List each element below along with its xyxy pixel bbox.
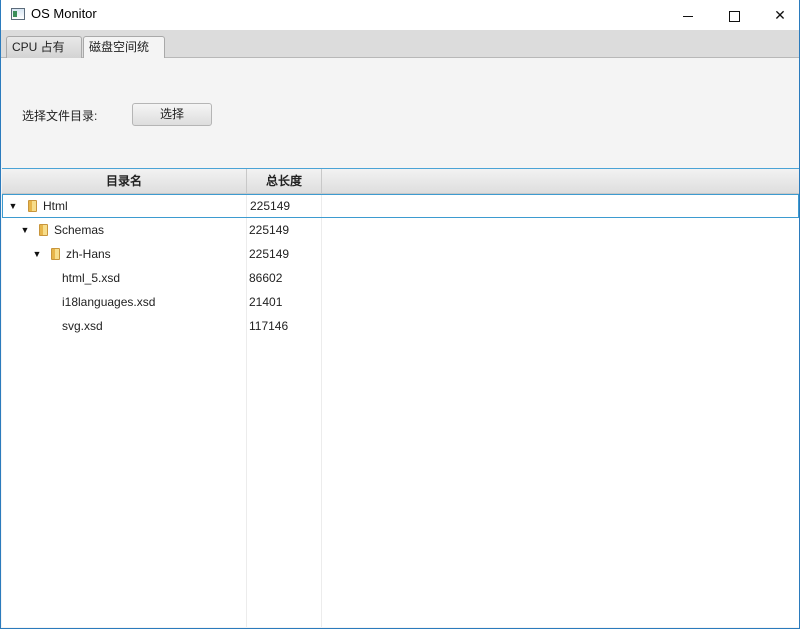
table-row[interactable]: svg.xsd 117146 — [2, 314, 799, 338]
size-cell: 117146 — [249, 319, 289, 333]
tab-content-disk-space: 选择文件目录: 选择 目录名 总长度 ▼ Html 225149 ▼ Schem… — [1, 58, 799, 628]
tab-cpu-usage[interactable]: CPU 占有率 — [6, 36, 82, 75]
title-bar[interactable]: OS Monitor ✕ — [1, 0, 799, 30]
close-button[interactable]: ✕ — [757, 0, 800, 30]
table-row[interactable]: html_5.xsd 86602 — [2, 266, 799, 290]
close-icon: ✕ — [774, 7, 786, 23]
table-rows: ▼ Html 225149 ▼ Schemas 225149 ▼ zh-Hans… — [2, 194, 799, 338]
minimize-button[interactable] — [665, 0, 711, 30]
row-name: zh-Hans — [66, 247, 111, 261]
folder-icon — [51, 248, 60, 260]
folder-icon — [28, 200, 37, 212]
row-name: i18languages.xsd — [62, 295, 156, 309]
table-row[interactable]: ▼ Schemas 225149 — [2, 218, 799, 242]
row-name: html_5.xsd — [62, 271, 121, 285]
select-directory-label: 选择文件目录: — [22, 109, 98, 123]
app-window-icon — [11, 8, 25, 20]
row-name: Html — [43, 199, 68, 213]
row-name: svg.xsd — [62, 319, 103, 333]
table-header: 目录名 总长度 — [2, 169, 799, 194]
size-cell: 21401 — [249, 295, 283, 309]
table-row[interactable]: ▼ zh-Hans 225149 — [2, 242, 799, 266]
table-row[interactable]: i18languages.xsd 21401 — [2, 290, 799, 314]
table-row[interactable]: ▼ Html 225149 — [2, 194, 799, 218]
tab-bar: CPU 占有率 磁盘空间统计 — [1, 30, 799, 75]
name-cell: svg.xsd — [2, 314, 246, 338]
name-cell: ▼ zh-Hans — [2, 242, 246, 266]
size-cell: 225149 — [249, 247, 290, 261]
minimize-icon — [683, 15, 693, 17]
triangle-down-icon[interactable]: ▼ — [8, 195, 18, 217]
size-cell: 225149 — [249, 223, 290, 237]
triangle-down-icon[interactable]: ▼ — [20, 218, 30, 242]
directory-tree-table[interactable]: 目录名 总长度 ▼ Html 225149 ▼ Schemas 225149 ▼… — [2, 168, 799, 627]
maximize-button[interactable] — [711, 0, 757, 30]
name-cell: html_5.xsd — [2, 266, 246, 290]
size-cell: 225149 — [250, 199, 291, 213]
select-directory-button[interactable]: 选择 — [132, 103, 212, 126]
column-header-total-size[interactable]: 总长度 — [247, 169, 322, 193]
window-title: OS Monitor — [31, 6, 97, 21]
column-header-directory-name[interactable]: 目录名 — [2, 169, 247, 193]
app-window: OS Monitor ✕ CPU 占有率 磁盘空间统计 选择文件目录: 选择 目… — [0, 0, 800, 629]
folder-icon — [39, 224, 48, 236]
name-cell: ▼ Html — [3, 195, 247, 217]
triangle-down-icon[interactable]: ▼ — [32, 242, 42, 266]
size-cell: 86602 — [249, 271, 283, 285]
maximize-icon — [728, 10, 740, 22]
name-cell: i18languages.xsd — [2, 290, 246, 314]
name-cell: ▼ Schemas — [2, 218, 246, 242]
tab-disk-space[interactable]: 磁盘空间统计 — [83, 36, 165, 75]
row-name: Schemas — [54, 223, 105, 237]
